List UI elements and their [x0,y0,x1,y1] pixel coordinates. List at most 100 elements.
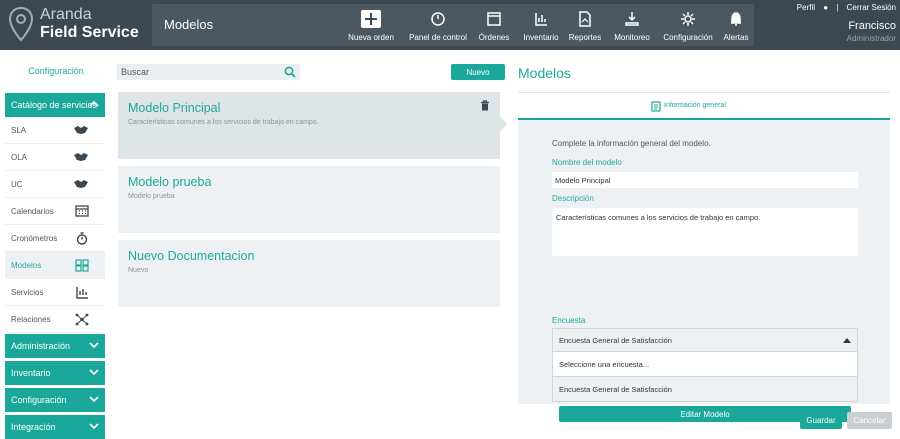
gear-icon [681,12,695,26]
nav-configuration[interactable]: Configuración [660,10,716,44]
handshake-icon [74,180,88,188]
sidebar-item-sla[interactable]: SLA [5,117,105,144]
chevron-down-icon [89,396,99,403]
sidebar-item-relaciones[interactable]: Relaciones [5,306,105,333]
plus-icon [361,10,381,28]
nav-label: Órdenes [478,33,510,42]
model-card-selected[interactable]: Modelo Principal Características comunes… [118,92,500,159]
description-label: Descripción [552,194,594,203]
group-label: Catálogo de servicios [11,100,98,110]
sidebar-item-cronometros[interactable]: Cronómetros [5,225,105,252]
card-description: Nuevo [128,267,149,274]
sidebar-title: Configuración [28,66,84,76]
detail-panel: Modelos Información general Complete la … [518,50,890,436]
tab-label: Información general [664,102,726,109]
nav-orders[interactable]: Órdenes [476,10,512,44]
models-icon [75,259,89,272]
dashboard-icon [431,12,445,26]
survey-select[interactable]: Encuesta General de Satisfacción [552,328,858,352]
user-name: Francisco [848,20,896,32]
sidebar-item-calendarios[interactable]: Calendarios [5,198,105,225]
chevron-down-icon [89,423,99,430]
selection-pointer [500,116,507,132]
nav-dashboard[interactable]: Panel de control [408,10,468,44]
logout-link[interactable]: Cerrar Sesión [847,3,896,12]
nav-new-order[interactable]: Nueva orden [346,10,396,44]
sidebar-item-servicios[interactable]: Servicios [5,279,105,306]
chevron-down-icon [89,369,99,376]
survey-option[interactable]: Encuesta General de Satisfacción [552,377,858,402]
tab-general-info[interactable]: Información general [518,92,890,120]
stopwatch-icon [76,232,88,245]
sidebar-item-modelos[interactable]: Modelos [5,252,105,279]
user-area: Perfil ● | Cerrar Sesión Francisco Admin… [746,3,896,47]
nav-monitoring[interactable]: Monitoreo [610,10,654,44]
group-label: Configuración [11,395,67,405]
relations-icon [75,313,89,326]
sidebar-item-label: SLA [11,126,27,135]
user-icon: ● [823,3,829,12]
page-title: Modelos [164,17,214,32]
detail-form: Información general Complete la informac… [518,92,890,422]
sidebar-group-inventario[interactable]: Inventario [5,361,105,385]
brand-line1: Aranda [40,6,92,23]
nav-label: Inventario [523,33,559,42]
sidebar-item-uc[interactable]: UC [5,171,105,198]
sidebar-group-administracion[interactable]: Administración [5,334,105,358]
caret-up-icon [843,338,851,343]
survey-selected-value: Encuesta General de Satisfacción [559,336,672,345]
sidebar-item-label: UC [11,180,23,189]
name-label: Nombre del modelo [552,158,622,167]
nav-label: Nueva orden [348,33,394,42]
new-model-button[interactable]: Nuevo [451,64,505,80]
sidebar-item-label: Servicios [11,288,44,297]
sidebar-item-label: Calendarios [11,207,54,216]
sidebar-item-label: Modelos [11,261,42,270]
nav-reports[interactable]: Reportes [566,10,604,44]
brand-line2: Field Service [40,24,139,41]
sidebar-group-catalogo[interactable]: Catálogo de servicios [5,93,105,117]
services-icon [76,287,88,299]
description-textarea[interactable]: Características comunes a los servicios … [552,208,858,256]
monitoring-icon [625,12,639,26]
group-label: Inventario [11,368,51,378]
group-label: Integración [11,422,56,432]
sidebar-item-label: Cronómetros [11,234,58,243]
model-card[interactable]: Modelo prueba Modelo prueba [118,166,500,233]
sidebar: Configuración Catálogo de servicios SLA … [0,50,112,439]
trash-icon[interactable] [480,100,490,111]
sidebar-item-ola[interactable]: OLA [5,144,105,171]
bell-icon [731,12,741,26]
inventory-icon [535,13,547,26]
nav-inventory[interactable]: Inventario [520,10,562,44]
calendar-icon [75,205,89,217]
model-name-input[interactable]: Modelo Principal [552,172,858,188]
handshake-icon [74,126,88,134]
search-icon[interactable] [284,66,296,78]
card-description: Características comunes a los servicios … [128,119,319,126]
sidebar-group-integracion[interactable]: Integración [5,415,105,439]
form-intro: Complete la información general del mode… [552,139,711,148]
survey-label: Encuesta [552,316,586,325]
profile-link[interactable]: Perfil [797,3,815,12]
group-label: Administración [11,341,71,351]
sidebar-item-label: Relaciones [11,315,51,324]
model-card[interactable]: Nuevo Documentacion Nuevo [118,240,500,307]
survey-option[interactable]: Seleccione una encuesta... [552,352,858,377]
brand-logo[interactable]: Aranda Field Service [8,4,148,46]
separator: | [836,3,839,12]
chevron-up-icon [89,100,99,107]
sidebar-item-label: OLA [11,153,28,162]
top-bar: Aranda Field Service Modelos Nueva orden… [0,0,900,50]
cancel-button[interactable]: Cancelar [847,412,892,429]
save-button[interactable]: Guardar [800,412,842,429]
model-list: Buscar Nuevo Modelo Principal Caracterís… [117,50,505,436]
card-title: Nuevo Documentacion [128,249,255,263]
detail-heading: Modelos [518,65,571,81]
card-title: Modelo prueba [128,175,212,189]
nav-label: Panel de control [409,33,467,42]
search-input[interactable]: Buscar [117,64,300,80]
reports-icon [579,11,591,27]
sidebar-group-configuracion[interactable]: Configuración [5,388,105,412]
location-pin-icon [8,6,34,42]
